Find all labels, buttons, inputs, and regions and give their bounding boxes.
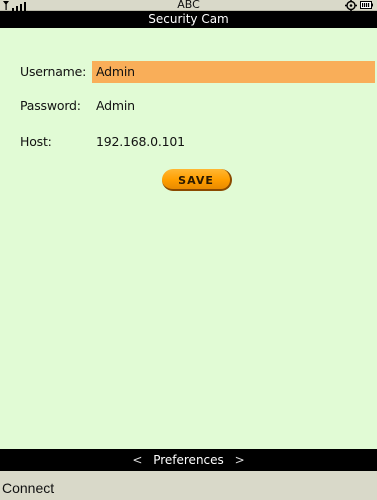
username-label: Username:: [20, 64, 87, 79]
softkey-bar: Connect: [0, 471, 377, 500]
connect-softkey[interactable]: Connect: [2, 479, 54, 497]
preferences-nav[interactable]: < Preferences >: [0, 449, 377, 471]
page-title: Security Cam: [0, 11, 377, 28]
username-value[interactable]: Admin: [96, 64, 135, 80]
gear-icon: [345, 0, 357, 11]
password-label: Password:: [20, 98, 81, 113]
password-field[interactable]: Admin: [96, 98, 135, 114]
save-button[interactable]: SAVE: [162, 169, 232, 191]
host-field[interactable]: 192.168.0.101: [96, 134, 185, 150]
battery-icon: [360, 1, 373, 9]
host-label: Host:: [20, 134, 52, 149]
username-row: Username: Admin: [0, 61, 377, 83]
nav-next-arrow-icon[interactable]: >: [235, 449, 245, 471]
host-row: Host: 192.168.0.101: [0, 131, 377, 153]
nav-label: Preferences: [153, 453, 224, 467]
password-row: Password: Admin: [0, 95, 377, 117]
nav-prev-arrow-icon[interactable]: <: [132, 449, 142, 471]
save-button-label: SAVE: [178, 174, 214, 187]
carrier-name: ABC: [177, 0, 200, 11]
status-bar: ABC: [0, 0, 377, 11]
